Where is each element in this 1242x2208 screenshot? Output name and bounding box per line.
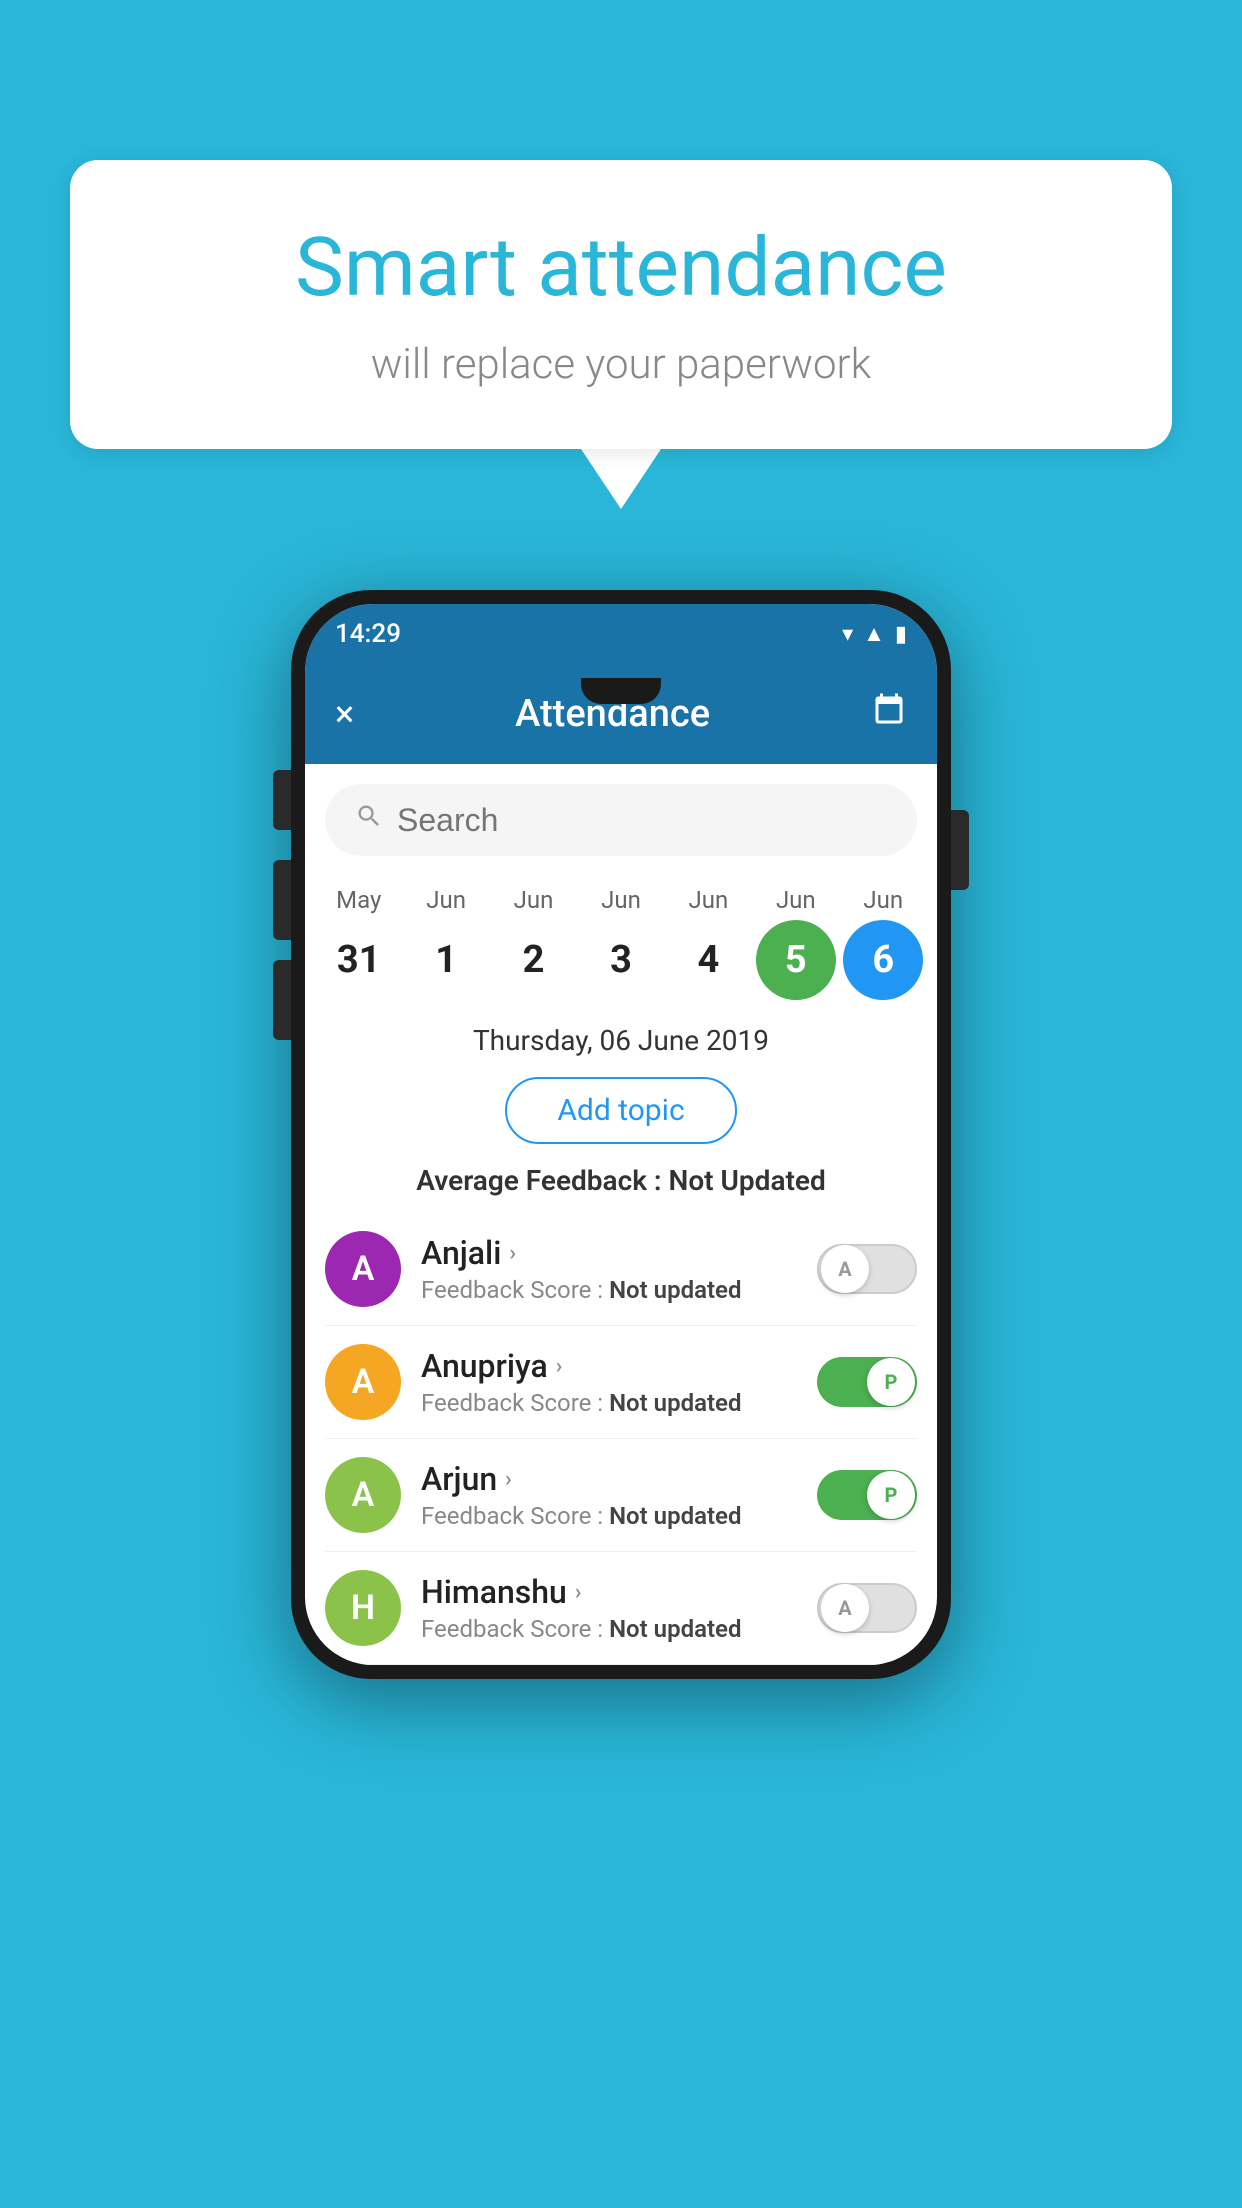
student-info-anjali: Anjali › Feedback Score : Not updated bbox=[421, 1234, 797, 1304]
feedback-anjali: Feedback Score : Not updated bbox=[421, 1276, 797, 1304]
date-row: 31 1 2 3 4 5 6 bbox=[305, 914, 937, 1014]
feedback-value-himanshu: Not updated bbox=[609, 1615, 741, 1643]
signal-icon: ▲ bbox=[863, 621, 885, 647]
close-icon[interactable]: × bbox=[335, 693, 354, 735]
volume-mute-button bbox=[273, 770, 291, 830]
chevron-arjun: › bbox=[505, 1467, 512, 1492]
student-info-himanshu: Himanshu › Feedback Score : Not updated bbox=[421, 1573, 797, 1643]
month-jun6: Jun bbox=[843, 886, 923, 914]
search-input[interactable] bbox=[397, 802, 887, 839]
search-bar[interactable] bbox=[325, 784, 917, 856]
toggle-anjali[interactable]: A bbox=[817, 1244, 917, 1294]
month-jun4: Jun bbox=[668, 886, 748, 914]
phone-outer: 14:29 ▾ ▲ ▮ × Attendance bbox=[291, 590, 951, 1679]
date-4[interactable]: 4 bbox=[668, 920, 748, 1000]
power-button bbox=[951, 810, 969, 890]
student-item-anupriya[interactable]: A Anupriya › Feedback Score : Not update… bbox=[325, 1326, 917, 1439]
student-info-anupriya: Anupriya › Feedback Score : Not updated bbox=[421, 1347, 797, 1417]
add-topic-section: Add topic bbox=[305, 1067, 937, 1160]
speech-bubble-tail bbox=[581, 449, 661, 509]
student-name-arjun: Arjun › bbox=[421, 1460, 797, 1498]
speech-bubble: Smart attendance will replace your paper… bbox=[70, 160, 1172, 449]
chevron-himanshu: › bbox=[575, 1580, 582, 1605]
calendar-row: May Jun Jun Jun Jun Jun Jun 31 1 2 3 4 5… bbox=[305, 876, 937, 1014]
feedback-value-arjun: Not updated bbox=[609, 1502, 741, 1530]
toggle-knob-anjali: A bbox=[821, 1245, 869, 1293]
month-jun2: Jun bbox=[494, 886, 574, 914]
feedback-himanshu: Feedback Score : Not updated bbox=[421, 1615, 797, 1643]
avatar-himanshu: H bbox=[325, 1570, 401, 1646]
student-info-arjun: Arjun › Feedback Score : Not updated bbox=[421, 1460, 797, 1530]
toggle-himanshu[interactable]: A bbox=[817, 1583, 917, 1633]
calendar-icon[interactable] bbox=[871, 692, 907, 737]
speech-bubble-subtitle: will replace your paperwork bbox=[150, 340, 1092, 389]
volume-up-button bbox=[273, 860, 291, 940]
search-icon bbox=[355, 802, 383, 838]
month-may: May bbox=[319, 886, 399, 914]
chevron-anupriya: › bbox=[556, 1354, 563, 1379]
speech-bubble-title: Smart attendance bbox=[150, 220, 1092, 316]
student-list: A Anjali › Feedback Score : Not updated … bbox=[305, 1213, 937, 1665]
average-feedback: Average Feedback : Not Updated bbox=[305, 1160, 937, 1213]
feedback-arjun: Feedback Score : Not updated bbox=[421, 1502, 797, 1530]
phone-mockup: 14:29 ▾ ▲ ▮ × Attendance bbox=[291, 590, 951, 1679]
avatar-anupriya: A bbox=[325, 1344, 401, 1420]
avatar-arjun: A bbox=[325, 1457, 401, 1533]
student-name-anjali: Anjali › bbox=[421, 1234, 797, 1272]
date-6-selected[interactable]: 6 bbox=[843, 920, 923, 1000]
date-5-today[interactable]: 5 bbox=[756, 920, 836, 1000]
status-time: 14:29 bbox=[335, 619, 401, 649]
status-bar: 14:29 ▾ ▲ ▮ bbox=[305, 604, 937, 664]
toggle-arjun[interactable]: P bbox=[817, 1470, 917, 1520]
toggle-knob-anupriya: P bbox=[867, 1358, 915, 1406]
student-item-anjali[interactable]: A Anjali › Feedback Score : Not updated … bbox=[325, 1213, 917, 1326]
toggle-knob-himanshu: A bbox=[821, 1584, 869, 1632]
feedback-value-anjali: Not updated bbox=[609, 1276, 741, 1304]
student-item-arjun[interactable]: A Arjun › Feedback Score : Not updated P bbox=[325, 1439, 917, 1552]
toggle-knob-arjun: P bbox=[867, 1471, 915, 1519]
status-icons: ▾ ▲ ▮ bbox=[842, 621, 907, 647]
chevron-anjali: › bbox=[509, 1241, 516, 1266]
student-item-himanshu[interactable]: H Himanshu › Feedback Score : Not update… bbox=[325, 1552, 917, 1665]
month-jun5: Jun bbox=[756, 886, 836, 914]
phone-screen: 14:29 ▾ ▲ ▮ × Attendance bbox=[305, 604, 937, 1665]
date-2[interactable]: 2 bbox=[494, 920, 574, 1000]
feedback-anupriya: Feedback Score : Not updated bbox=[421, 1389, 797, 1417]
month-jun1: Jun bbox=[406, 886, 486, 914]
speech-bubble-section: Smart attendance will replace your paper… bbox=[70, 160, 1172, 509]
volume-down-button bbox=[273, 960, 291, 1040]
student-name-himanshu: Himanshu › bbox=[421, 1573, 797, 1611]
avg-feedback-label: Average Feedback : bbox=[416, 1164, 661, 1197]
student-name-anupriya: Anupriya › bbox=[421, 1347, 797, 1385]
battery-icon: ▮ bbox=[895, 622, 907, 647]
phone-notch bbox=[581, 678, 661, 704]
avg-feedback-value: Not Updated bbox=[669, 1164, 826, 1197]
toggle-anupriya[interactable]: P bbox=[817, 1357, 917, 1407]
feedback-value-anupriya: Not updated bbox=[609, 1389, 741, 1417]
month-jun3: Jun bbox=[581, 886, 661, 914]
avatar-anjali: A bbox=[325, 1231, 401, 1307]
wifi-icon: ▾ bbox=[842, 622, 853, 647]
add-topic-button[interactable]: Add topic bbox=[505, 1077, 736, 1144]
selected-date-label: Thursday, 06 June 2019 bbox=[305, 1014, 937, 1067]
month-row: May Jun Jun Jun Jun Jun Jun bbox=[305, 886, 937, 914]
date-31[interactable]: 31 bbox=[319, 920, 399, 1000]
date-3[interactable]: 3 bbox=[581, 920, 661, 1000]
date-1[interactable]: 1 bbox=[406, 920, 486, 1000]
